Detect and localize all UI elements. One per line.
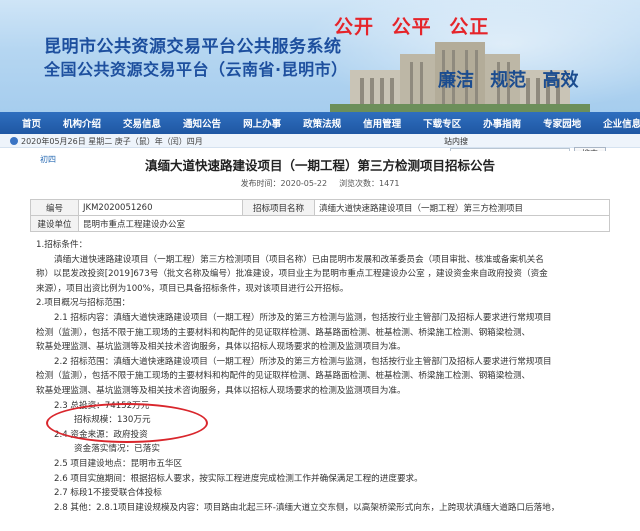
nav-companies[interactable]: 企业信息 (603, 116, 640, 130)
table-cell-label: 招标项目名称 (242, 199, 315, 216)
table-cell-value: 昆明市重点工程建设办公室 (78, 215, 610, 232)
table-row: 编号 JKM2020051260 招标项目名称 滇缅大道快速路建设项目（一期工程… (30, 199, 610, 216)
body-line: 2.项目概况与招标范围： (36, 298, 131, 309)
nav-notices[interactable]: 通知公告 (183, 116, 221, 130)
table-cell-value: 滇缅大道快速路建设项目（一期工程）第三方检测项目 (314, 199, 610, 216)
site-title-primary: 昆明市公共资源交易平台公共服务系统 (44, 37, 342, 57)
nav-online-service[interactable]: 网上办事 (243, 116, 281, 130)
article-meta: 发布时间：2020-05-22 浏览次数：1471 (30, 178, 610, 189)
article-body: 1.招标条件： 滇缅大道快速路建设项目（一期工程）第三方检测项目（项目名称）已由… (36, 238, 616, 515)
body-line: 检测（监测），包括不限于施工现场的主要材料和构配件的见证取样检测、路基路面检测、… (36, 371, 531, 382)
current-date: 2020年05月26日 星期二 庚子（鼠）年（闰）四月 (10, 136, 203, 147)
table-cell-label: 编号 (30, 199, 79, 216)
nav-home[interactable]: 首页 (22, 116, 41, 130)
body-line: 2.2 招标范围：滇缅大道快速路建设项目（一期工程）所涉及的第三方检测与监测，包… (54, 356, 552, 367)
project-info-table: 编号 JKM2020051260 招标项目名称 滇缅大道快速路建设项目（一期工程… (30, 199, 610, 232)
body-line: 检测（监测），包括不限于施工现场的主要材料和构配件的见证取样检测、路基路面检测、… (36, 327, 531, 338)
body-line: 软基处理监测、基坑监测等及相关技术咨询服务，具体以招标人现场要求的检测及监测项目… (36, 342, 406, 353)
site-title-secondary: 全国公共资源交易平台（云南省·昆明市） (44, 60, 348, 79)
page-title: 滇缅大道快速路建设项目（一期工程）第三方检测项目招标公告 (144, 158, 495, 173)
nav-about[interactable]: 机构介绍 (63, 116, 101, 130)
body-line: 资金落实情况：已落实 (74, 444, 160, 455)
table-row: 建设单位 昆明市重点工程建设办公室 (30, 215, 610, 232)
body-line: 1.招标条件： (36, 240, 88, 250)
nav-credit[interactable]: 信用管理 (363, 116, 401, 130)
header-banner: 昆明市公共资源交易平台公共服务系统 全国公共资源交易平台（云南省·昆明市） 公开… (0, 0, 640, 112)
nav-experts[interactable]: 专家园地 (543, 116, 581, 130)
nav-downloads[interactable]: 下载专区 (423, 116, 461, 130)
nav-guide[interactable]: 办事指南 (483, 116, 521, 130)
table-cell-value: JKM2020051260 (78, 199, 243, 216)
site-search-label: 站内搜 (444, 137, 468, 146)
publish-time: 发布时间：2020-05-22 (240, 179, 328, 188)
slogan-integrity: 廉洁 规范 高效 (438, 70, 579, 91)
main-nav: 首页 机构介绍 交易信息 通知公告 网上办事 政策法规 信用管理 下载专区 办事… (0, 112, 640, 134)
body-line: 2.5 项目建设地点：昆明市五华区 (54, 458, 183, 469)
calendar-icon (10, 137, 18, 145)
view-count: 浏览次数：1471 (339, 179, 400, 188)
nav-policies[interactable]: 政策法规 (303, 116, 341, 130)
body-line: 2.1 招标内容：滇缅大道快速路建设项目（一期工程）所涉及的第三方检测与监测，包… (54, 312, 552, 323)
body-line: 2.7 标段1不接受联合体投标 (54, 488, 162, 499)
date-label: 2020年05月26日 星期二 庚子（鼠）年（闰）四月 (21, 137, 203, 146)
info-bar: 2020年05月26日 星期二 庚子（鼠）年（闰）四月 站内搜 (0, 134, 640, 148)
table-cell-label: 建设单位 (30, 215, 79, 232)
body-line: 滇缅大道快速路建设项目（一期工程）第三方检测项目（项目名称）已由昆明市发展和改革… (54, 254, 544, 265)
nav-trade-info[interactable]: 交易信息 (123, 116, 161, 130)
highlight-circle (46, 403, 208, 443)
slogan-fairness: 公开 公平 公正 (334, 16, 490, 38)
body-line: 2.8 其他：2.8.1项目建设规模及内容：项目路由北起三环-滇缅大道立交东侧，… (54, 502, 560, 513)
body-line: 2.6 项目实施期间：根据招标人要求，按实际工程进度完成检测工作并确保满足工程的… (54, 473, 423, 484)
body-line: 软基处理监测、基坑监测等及相关技术咨询服务，具体以招标人现场要求的检测及监测项目… (36, 385, 406, 396)
body-line: 来源），项目出资比例为100%，项目已具备招标条件，现对该项目进行公开招标。 (36, 283, 349, 294)
body-line: 称）以昆发改投资[2019]673号（批文名称及编号）批准建设，项目业主为昆明市… (36, 269, 548, 280)
